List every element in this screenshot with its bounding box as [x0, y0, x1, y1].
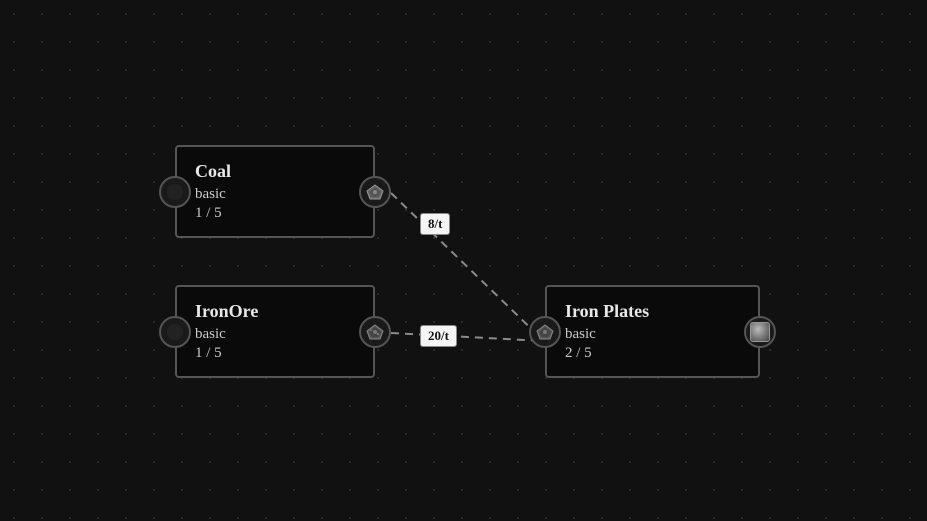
coal-node[interactable]: Coal basic 1 / 5 — [175, 145, 375, 238]
ironplates-node[interactable]: Iron Plates basic 2 / 5 — [545, 285, 760, 378]
coal-rate-value: 8/t — [428, 216, 442, 231]
ironore-right-port[interactable] — [359, 316, 391, 348]
coal-count: 1 / 5 — [195, 205, 355, 222]
coal-type: basic — [195, 186, 355, 203]
canvas: Coal basic 1 / 5 8/t IronOre basic 1 / 5 — [0, 0, 927, 521]
coal-title: Coal — [195, 161, 355, 182]
plate-icon — [750, 322, 770, 342]
connections-svg — [0, 0, 927, 521]
ironore-type: basic — [195, 326, 355, 343]
coal-rate-badge: 8/t — [420, 213, 450, 235]
ironore-count: 1 / 5 — [195, 345, 355, 362]
coal-left-port[interactable] — [159, 176, 191, 208]
coal-right-port[interactable] — [359, 176, 391, 208]
ironplates-count: 2 / 5 — [565, 345, 740, 362]
coal-ore-icon — [365, 183, 385, 201]
ironplates-type: basic — [565, 326, 740, 343]
ironplates-left-port[interactable] — [529, 316, 561, 348]
ironore-rate-value: 20/t — [428, 328, 449, 343]
ironplates-left-icon — [535, 323, 555, 341]
ironplates-title: Iron Plates — [565, 301, 740, 322]
ironplates-right-port[interactable] — [744, 316, 776, 348]
ironore-rate-badge: 20/t — [420, 325, 457, 347]
ironore-icon — [365, 323, 385, 341]
ironore-left-port[interactable] — [159, 316, 191, 348]
ironore-node[interactable]: IronOre basic 1 / 5 — [175, 285, 375, 378]
ironore-title: IronOre — [195, 301, 355, 322]
